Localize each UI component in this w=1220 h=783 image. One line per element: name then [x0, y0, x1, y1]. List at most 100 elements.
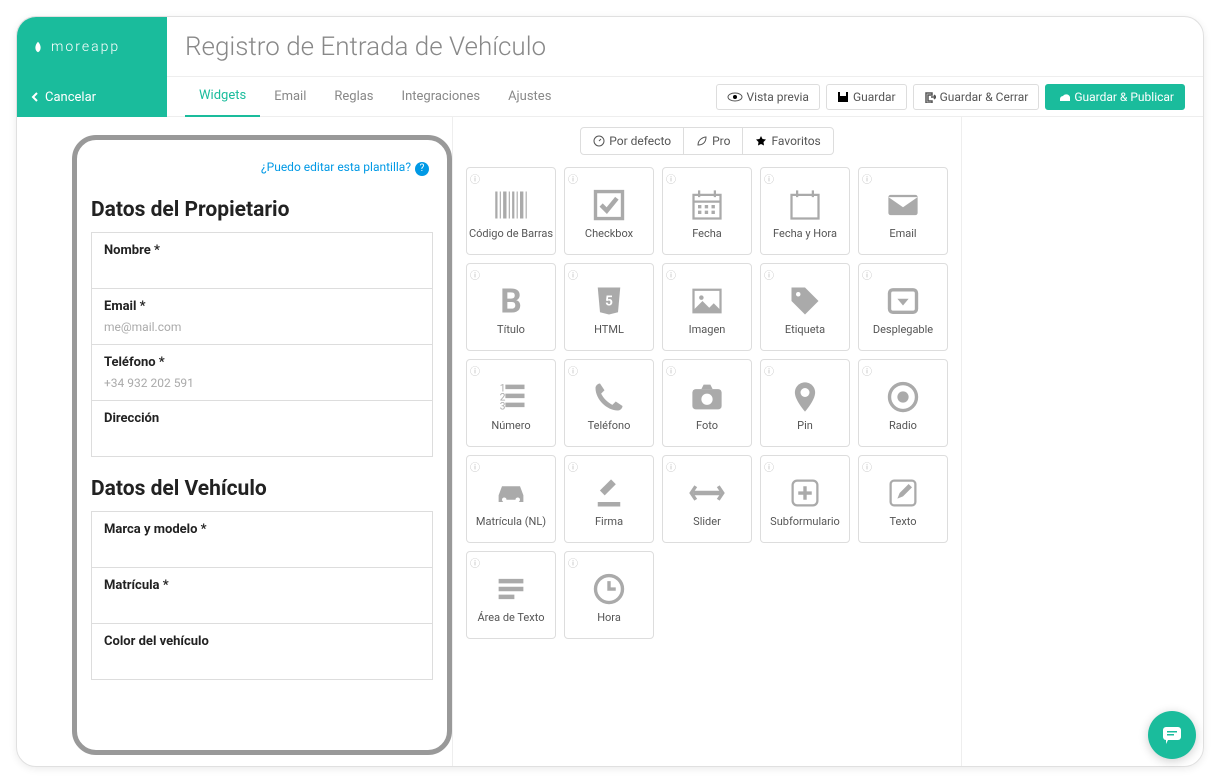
field-label: Matrícula *: [104, 578, 420, 593]
info-icon[interactable]: ⓘ: [666, 363, 676, 378]
info-icon[interactable]: ⓘ: [764, 363, 774, 378]
widget-phone[interactable]: ⓘTeléfono: [564, 359, 654, 447]
tab-reglas[interactable]: Reglas: [320, 77, 387, 117]
exit-icon: [924, 91, 936, 103]
widget-camera[interactable]: ⓘFoto: [662, 359, 752, 447]
section-header: Datos del Vehículo: [91, 477, 433, 501]
widget-label: Subformulario: [768, 515, 842, 528]
widget-clock[interactable]: ⓘ Hora: [564, 551, 654, 639]
barcode-icon: [491, 187, 531, 223]
form-field[interactable]: Matrícula *: [91, 568, 433, 624]
form-field[interactable]: Teléfono *+34 932 202 591: [91, 345, 433, 401]
calendar2-icon: [785, 187, 825, 223]
widget-label: Firma: [593, 515, 625, 528]
widget-check[interactable]: ⓘ Checkbox: [564, 167, 654, 255]
info-icon[interactable]: ⓘ: [568, 363, 578, 378]
save-publish-button[interactable]: Guardar & Publicar: [1045, 84, 1185, 110]
info-icon[interactable]: ⓘ: [666, 171, 676, 186]
info-icon[interactable]: ⓘ: [862, 267, 872, 282]
bold-icon: [491, 283, 531, 319]
info-icon[interactable]: ⓘ: [666, 267, 676, 282]
widget-label: Email: [887, 227, 918, 240]
tab-ajustes[interactable]: Ajustes: [494, 77, 565, 117]
textarea-icon: [491, 571, 531, 607]
filter-pro[interactable]: Pro: [684, 128, 743, 154]
widget-image[interactable]: ⓘImagen: [662, 263, 752, 351]
widget-textarea[interactable]: ⓘÁrea de Texto: [466, 551, 556, 639]
filter-default[interactable]: Por defecto: [581, 128, 684, 154]
form-field[interactable]: Marca y modelo *: [91, 511, 433, 568]
field-label: Email *: [104, 299, 420, 314]
widget-label: Hora: [595, 611, 623, 624]
widget-radio[interactable]: ⓘRadio: [858, 359, 948, 447]
tab-integraciones[interactable]: Integraciones: [388, 77, 495, 117]
widget-label: HTML: [592, 323, 626, 336]
info-icon[interactable]: ⓘ: [568, 555, 578, 570]
widget-label: Checkbox: [583, 227, 635, 240]
widget-filter-group: Por defecto Pro Favoritos: [580, 127, 834, 155]
info-icon[interactable]: ⓘ: [470, 267, 480, 282]
gauge-icon: [593, 135, 605, 147]
tag-icon: [785, 283, 825, 319]
widget-mail[interactable]: ⓘ Email: [858, 167, 948, 255]
info-icon[interactable]: ⓘ: [470, 363, 480, 378]
widget-tag[interactable]: ⓘ Etiqueta: [760, 263, 850, 351]
preview-button[interactable]: Vista previa: [716, 84, 820, 110]
info-icon[interactable]: ⓘ: [470, 171, 480, 186]
info-icon[interactable]: ⓘ: [568, 267, 578, 282]
help-link[interactable]: ¿Puedo editar esta plantilla??: [91, 154, 433, 190]
widget-calendar[interactable]: ⓘ Fecha: [662, 167, 752, 255]
tab-widgets[interactable]: Widgets: [185, 77, 260, 117]
chat-icon: [1160, 723, 1184, 747]
field-placeholder: me@mail.com: [104, 320, 420, 334]
tab-bar: WidgetsEmailReglasIntegracionesAjustes V…: [167, 77, 1203, 117]
section-header: Datos del Propietario: [91, 198, 433, 222]
info-icon[interactable]: ⓘ: [764, 267, 774, 282]
widget-calendar2[interactable]: ⓘFecha y Hora: [760, 167, 850, 255]
form-field[interactable]: Color del vehículo: [91, 624, 433, 680]
widget-slider[interactable]: ⓘSlider: [662, 455, 752, 543]
widget-pin[interactable]: ⓘPin: [760, 359, 850, 447]
form-field[interactable]: Email * me@mail.com: [91, 289, 433, 345]
widget-barcode[interactable]: ⓘ Código de Barras: [466, 167, 556, 255]
eye-icon: [727, 92, 743, 102]
info-icon[interactable]: ⓘ: [862, 171, 872, 186]
brand-logo: moreapp: [17, 17, 167, 77]
widget-car[interactable]: ⓘ Matrícula (NL): [466, 455, 556, 543]
chat-button[interactable]: [1148, 711, 1196, 759]
widget-plus[interactable]: ⓘ Subformulario: [760, 455, 850, 543]
clock-icon: [589, 571, 629, 607]
info-icon[interactable]: ⓘ: [764, 459, 774, 474]
mail-icon: [883, 187, 923, 223]
widget-html5[interactable]: ⓘ HTML: [564, 263, 654, 351]
widget-numlist[interactable]: ⓘNúmero: [466, 359, 556, 447]
info-icon[interactable]: ⓘ: [568, 459, 578, 474]
image-icon: [687, 283, 727, 319]
info-icon[interactable]: ⓘ: [568, 171, 578, 186]
camera-icon: [687, 379, 727, 415]
widget-gavel[interactable]: ⓘ Firma: [564, 455, 654, 543]
info-icon[interactable]: ⓘ: [666, 459, 676, 474]
info-icon[interactable]: ⓘ: [470, 555, 480, 570]
tab-email[interactable]: Email: [260, 77, 320, 117]
form-field[interactable]: Dirección: [91, 401, 433, 457]
save-button[interactable]: Guardar: [826, 84, 907, 110]
widget-edit[interactable]: ⓘTexto: [858, 455, 948, 543]
form-field[interactable]: Nombre *: [91, 232, 433, 289]
cancel-button[interactable]: Cancelar: [17, 77, 167, 117]
info-icon[interactable]: ⓘ: [862, 459, 872, 474]
field-label: Marca y modelo *: [104, 522, 420, 537]
save-close-button[interactable]: Guardar & Cerrar: [913, 84, 1040, 110]
info-icon[interactable]: ⓘ: [764, 171, 774, 186]
widget-bold[interactable]: ⓘTítulo: [466, 263, 556, 351]
arrow-left-icon: [31, 92, 41, 102]
info-icon[interactable]: ⓘ: [470, 459, 480, 474]
numlist-icon: [491, 379, 531, 415]
filter-favorites[interactable]: Favoritos: [743, 128, 832, 154]
widget-dropdown[interactable]: ⓘDesplegable: [858, 263, 948, 351]
widget-label: Código de Barras: [467, 227, 555, 240]
widget-label: Matrícula (NL): [474, 515, 548, 528]
widget-label: Fecha: [690, 227, 724, 240]
widget-label: Etiqueta: [783, 323, 827, 336]
info-icon[interactable]: ⓘ: [862, 363, 872, 378]
